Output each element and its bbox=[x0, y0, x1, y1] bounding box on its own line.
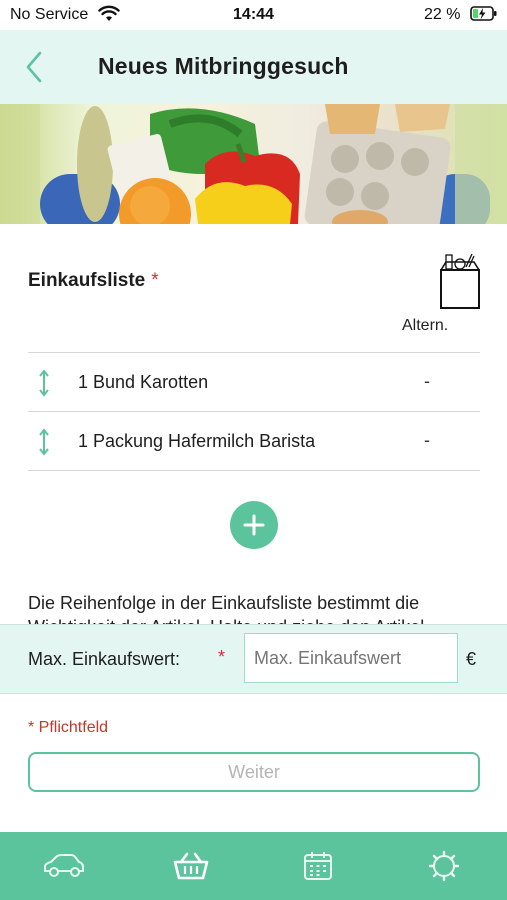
tab-settings[interactable] bbox=[414, 846, 474, 886]
calendar-icon bbox=[304, 852, 332, 880]
battery-percent: 22 % bbox=[424, 6, 461, 23]
list-item-name: 1 Packung Hafermilch Barista bbox=[78, 431, 316, 451]
tab-bar bbox=[0, 832, 507, 900]
max-value-label: Max. Einkaufswert: bbox=[28, 649, 181, 669]
battery-charging-icon bbox=[470, 6, 498, 27]
drag-handle-icon[interactable] bbox=[38, 369, 50, 402]
car-icon bbox=[44, 854, 84, 877]
alternatives-label: Altern. bbox=[402, 317, 449, 334]
required-marker: * bbox=[151, 270, 159, 291]
list-item-alternative[interactable]: - bbox=[424, 371, 430, 392]
shopping-list-title-text: Einkaufsliste bbox=[28, 270, 146, 291]
nav-header: Neues Mitbringgesuch bbox=[0, 30, 507, 105]
add-item-button[interactable] bbox=[230, 501, 278, 549]
tab-basket[interactable] bbox=[161, 846, 221, 886]
tab-car[interactable] bbox=[34, 846, 94, 886]
currency-label: € bbox=[466, 649, 477, 669]
list-item[interactable]: 1 Bund Karotten - bbox=[28, 352, 480, 411]
max-value-input[interactable] bbox=[244, 633, 458, 683]
plus-icon bbox=[243, 514, 265, 536]
drag-handle-icon[interactable] bbox=[38, 428, 50, 461]
page-title: Neues Mitbringgesuch bbox=[98, 53, 349, 79]
list-item-alternative[interactable]: - bbox=[424, 430, 430, 451]
tab-calendar[interactable] bbox=[288, 846, 348, 886]
required-marker: * bbox=[218, 647, 226, 667]
list-order-hint: Die Reihenfolge in der Einkaufsliste bes… bbox=[28, 593, 424, 625]
list-item[interactable]: 1 Packung Hafermilch Barista - bbox=[28, 411, 480, 471]
settings-gear-icon bbox=[428, 850, 460, 882]
next-button[interactable]: Weiter bbox=[28, 752, 480, 792]
shopping-list: 1 Bund Karotten - 1 Packung Hafermilch B… bbox=[28, 352, 480, 471]
shopping-list-title: Einkaufsliste * bbox=[28, 270, 159, 292]
required-field-note: * Pflichtfeld bbox=[28, 719, 109, 736]
chevron-left-icon[interactable] bbox=[24, 50, 44, 89]
max-value-bar: Max. Einkaufswert: * € bbox=[0, 624, 507, 694]
basket-icon bbox=[173, 852, 209, 880]
shopping-bag-icon bbox=[436, 252, 484, 315]
status-bar: No Service 14:44 22 % bbox=[0, 0, 507, 30]
list-item-name: 1 Bund Karotten bbox=[78, 372, 209, 392]
grocery-banner-image bbox=[0, 104, 507, 224]
